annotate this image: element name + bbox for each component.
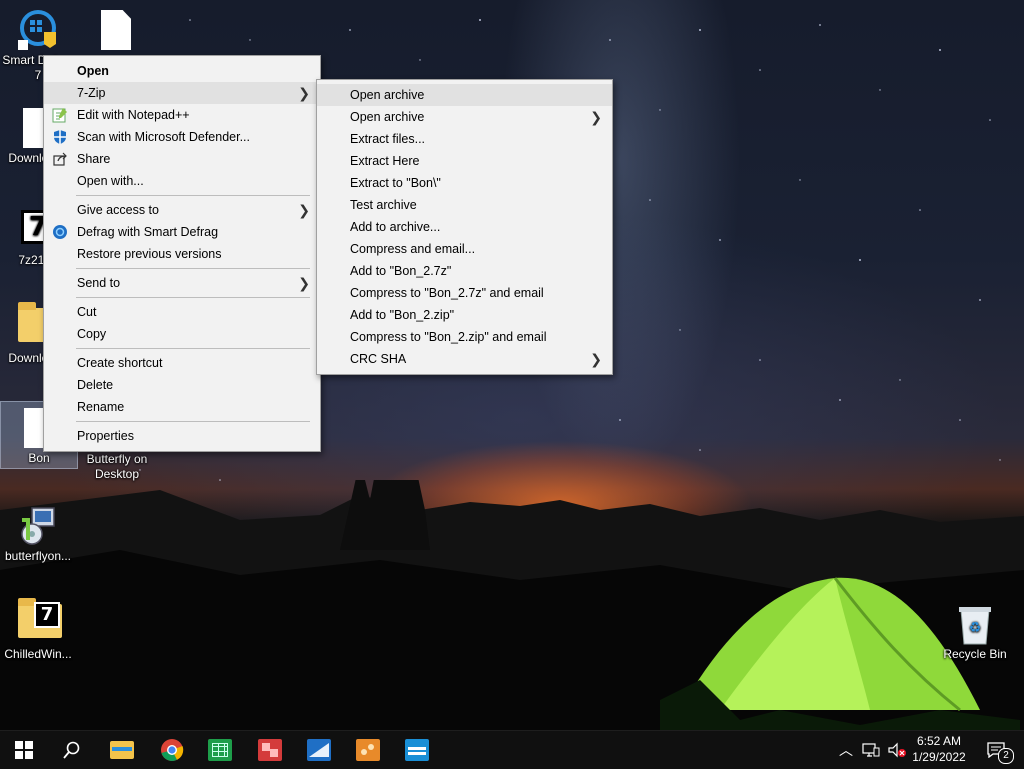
menu-separator bbox=[76, 348, 310, 349]
tray-network[interactable] bbox=[858, 731, 884, 769]
menu-item-scan-defender[interactable]: Scan with Microsoft Defender... bbox=[44, 126, 320, 148]
desktop-icon-label: ChilledWin... bbox=[4, 647, 72, 661]
desktop-icon-chilledwin[interactable]: 7 ChilledWin... bbox=[0, 598, 76, 662]
shield-icon bbox=[52, 129, 68, 145]
menu-separator bbox=[76, 195, 310, 196]
taskbar-chrome[interactable] bbox=[148, 731, 196, 769]
taskbar-spreadsheet[interactable] bbox=[196, 731, 244, 769]
clock-date: 1/29/2022 bbox=[912, 750, 966, 764]
7zip-badge-icon: 7 bbox=[34, 602, 60, 628]
search-icon bbox=[63, 741, 80, 759]
chevron-right-icon: ❯ bbox=[298, 275, 310, 291]
smart-defrag-icon bbox=[18, 10, 58, 50]
submenu-item-extract-to[interactable]: Extract to "Bon\" bbox=[317, 172, 612, 194]
tray-show-hidden[interactable]: ︿ bbox=[834, 731, 858, 769]
taskbar-mail[interactable] bbox=[295, 731, 343, 769]
photos-icon bbox=[356, 739, 380, 761]
chevron-right-icon: ❯ bbox=[298, 202, 310, 218]
menu-item-send-to[interactable]: Send to ❯ bbox=[44, 272, 320, 294]
context-menu: Open 7-Zip ❯ Edit with Notepad++ Scan wit… bbox=[43, 55, 321, 452]
presentation-icon bbox=[258, 739, 282, 761]
menu-item-properties[interactable]: Properties bbox=[44, 425, 320, 447]
smart-defrag-icon bbox=[52, 224, 68, 240]
submenu-item-crc-sha[interactable]: CRC SHA ❯ bbox=[317, 348, 612, 370]
submenu-item-extract-here[interactable]: Extract Here bbox=[317, 150, 612, 172]
tray-volume[interactable] bbox=[884, 731, 910, 769]
desktop-icon-label: Bon bbox=[28, 451, 50, 465]
desktop-icon-label: Butterfly on Desktop bbox=[86, 452, 148, 481]
7zip-submenu: Open archive Open archive ❯ Extract files… bbox=[316, 79, 613, 375]
start-button[interactable] bbox=[0, 731, 48, 769]
menu-separator bbox=[76, 268, 310, 269]
svg-text:♻: ♻ bbox=[969, 620, 982, 636]
taskbar-clock[interactable]: 6:52 AM 1/29/2022 bbox=[910, 733, 968, 765]
desktop-icon-file[interactable] bbox=[78, 4, 154, 53]
desktop-icon-recycle-bin[interactable]: ♻ Recycle Bin bbox=[936, 598, 1014, 662]
submenu-item-compress-email[interactable]: Compress and email... bbox=[317, 238, 612, 260]
taskbar-app[interactable] bbox=[393, 731, 441, 769]
desktop-icon-label: butterflyon... bbox=[4, 549, 72, 563]
chevron-right-icon: ❯ bbox=[590, 109, 602, 125]
menu-separator bbox=[76, 297, 310, 298]
submenu-item-extract-files[interactable]: Extract files... bbox=[317, 128, 612, 150]
recycle-bin-icon: ♻ bbox=[955, 604, 995, 645]
taskbar-presentation[interactable] bbox=[246, 731, 294, 769]
7zip-archive-folder-icon: 7 bbox=[18, 598, 62, 644]
chevron-up-icon: ︿ bbox=[839, 742, 853, 758]
desktop-icon-label: Recycle Bin bbox=[943, 647, 1007, 661]
file-explorer-icon bbox=[110, 741, 134, 759]
chrome-icon bbox=[161, 739, 184, 761]
spreadsheet-icon bbox=[208, 739, 232, 761]
desktop-icon-butterflyon[interactable]: butterflyon... bbox=[0, 500, 76, 564]
chevron-right-icon: ❯ bbox=[590, 351, 602, 367]
submenu-item-open-archive[interactable]: Open archive bbox=[317, 84, 612, 106]
submenu-item-add-to-7z[interactable]: Add to "Bon_2.7z" bbox=[317, 260, 612, 282]
taskbar: ︿ 6:52 AM 1/29/2022 2 bbox=[0, 730, 1024, 769]
app-icon bbox=[405, 739, 429, 761]
menu-item-delete[interactable]: Delete bbox=[44, 374, 320, 396]
menu-item-share[interactable]: Share bbox=[44, 148, 320, 170]
chevron-right-icon: ❯ bbox=[298, 85, 310, 101]
notification-count-badge: 2 bbox=[998, 748, 1014, 764]
submenu-item-test-archive[interactable]: Test archive bbox=[317, 194, 612, 216]
windows-start-icon bbox=[15, 741, 33, 759]
menu-item-edit-notepad[interactable]: Edit with Notepad++ bbox=[44, 104, 320, 126]
submenu-item-compress-zip-email[interactable]: Compress to "Bon_2.zip" and email bbox=[317, 326, 612, 348]
menu-item-create-shortcut[interactable]: Create shortcut bbox=[44, 352, 320, 374]
submenu-item-open-archive-more[interactable]: Open archive ❯ bbox=[317, 106, 612, 128]
notepad-plus-plus-icon bbox=[52, 107, 68, 123]
submenu-item-add-to-zip[interactable]: Add to "Bon_2.zip" bbox=[317, 304, 612, 326]
search-button[interactable] bbox=[48, 731, 96, 769]
menu-item-cut[interactable]: Cut bbox=[44, 301, 320, 323]
blank-file-icon bbox=[96, 10, 136, 50]
network-icon bbox=[862, 743, 880, 757]
menu-separator bbox=[76, 421, 310, 422]
share-icon bbox=[52, 151, 68, 167]
menu-item-smart-defrag[interactable]: Defrag with Smart Defrag bbox=[44, 221, 320, 243]
clock-time: 6:52 AM bbox=[916, 734, 962, 748]
taskbar-photos[interactable] bbox=[344, 731, 392, 769]
menu-item-open-with[interactable]: Open with... bbox=[44, 170, 320, 192]
mail-icon bbox=[307, 739, 331, 761]
desktop-icon-butterfly[interactable]: Butterfly on Desktop bbox=[78, 452, 156, 482]
menu-item-7zip[interactable]: 7-Zip ❯ bbox=[44, 82, 320, 104]
speaker-muted-icon bbox=[888, 742, 906, 758]
menu-item-rename[interactable]: Rename bbox=[44, 396, 320, 418]
action-center-button[interactable]: 2 bbox=[978, 731, 1014, 769]
menu-item-give-access[interactable]: Give access to ❯ bbox=[44, 199, 320, 221]
submenu-item-compress-7z-email[interactable]: Compress to "Bon_2.7z" and email bbox=[317, 282, 612, 304]
menu-item-copy[interactable]: Copy bbox=[44, 323, 320, 345]
installer-icon bbox=[18, 506, 58, 546]
submenu-item-add-to-archive[interactable]: Add to archive... bbox=[317, 216, 612, 238]
taskbar-file-explorer[interactable] bbox=[98, 731, 146, 769]
menu-item-open[interactable]: Open bbox=[44, 60, 320, 82]
menu-item-restore-versions[interactable]: Restore previous versions bbox=[44, 243, 320, 265]
